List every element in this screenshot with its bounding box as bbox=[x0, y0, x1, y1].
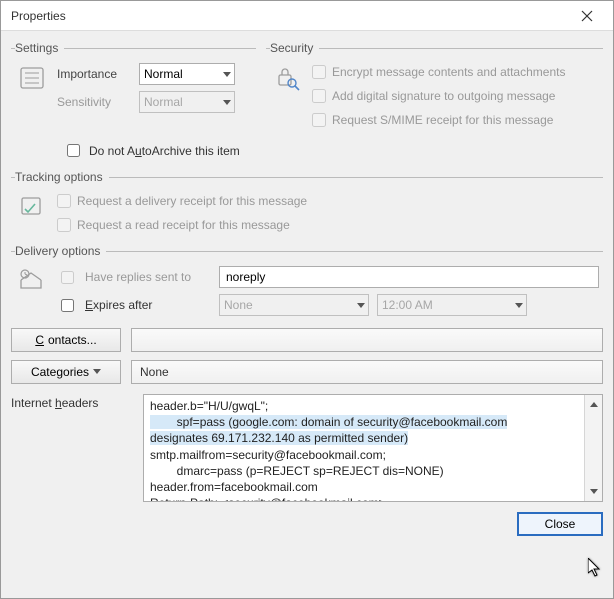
delivery-receipt-label: Request a delivery receipt for this mess… bbox=[77, 194, 307, 208]
chevron-down-icon bbox=[93, 369, 101, 375]
expires-time-select[interactable]: 12:00 AM bbox=[377, 294, 527, 316]
read-receipt-label: Request a read receipt for this message bbox=[77, 218, 290, 232]
security-group: Security Encrypt message contents and at… bbox=[266, 41, 603, 133]
internet-headers-box: header.b="H/U/gwqL"; spf=pass (google.co… bbox=[143, 394, 603, 502]
delivery-legend: Delivery options bbox=[15, 244, 106, 258]
encrypt-label: Encrypt message contents and attachments bbox=[332, 65, 565, 79]
window-close-button[interactable] bbox=[567, 2, 607, 30]
close-icon bbox=[581, 10, 593, 22]
read-receipt-checkbox bbox=[57, 218, 71, 232]
categories-field[interactable]: None bbox=[131, 360, 603, 384]
sign-checkbox bbox=[312, 89, 326, 103]
importance-select[interactable]: Normal bbox=[139, 63, 235, 85]
replies-label: Have replies sent to bbox=[85, 270, 211, 284]
importance-label: Importance bbox=[57, 67, 131, 81]
tracking-legend: Tracking options bbox=[15, 170, 109, 184]
properties-dialog: Properties Settings Importance bbox=[0, 0, 614, 599]
headers-scrollbar[interactable] bbox=[584, 395, 602, 501]
autoarchive-label: Do not AutoArchive this item bbox=[89, 144, 240, 158]
expires-label: Expires after bbox=[85, 298, 211, 312]
settings-icon bbox=[15, 63, 49, 113]
delivery-group: Delivery options Have replies sent to Ex… bbox=[11, 244, 603, 320]
security-legend: Security bbox=[270, 41, 319, 55]
dialog-content: Settings Importance Normal bbox=[1, 31, 613, 598]
expires-date-select[interactable]: None bbox=[219, 294, 369, 316]
delivery-icon bbox=[15, 266, 49, 316]
window-title: Properties bbox=[11, 9, 66, 23]
smime-checkbox bbox=[312, 113, 326, 127]
contacts-button[interactable]: Contacts... bbox=[11, 328, 121, 352]
replies-input[interactable] bbox=[219, 266, 599, 288]
lock-search-icon bbox=[270, 63, 304, 129]
encrypt-checkbox bbox=[312, 65, 326, 79]
categories-value: None bbox=[140, 365, 169, 379]
expires-checkbox[interactable] bbox=[61, 299, 74, 312]
internet-headers-text[interactable]: header.b="H/U/gwqL"; spf=pass (google.co… bbox=[144, 395, 584, 501]
sign-label: Add digital signature to outgoing messag… bbox=[332, 89, 555, 103]
autoarchive-checkbox[interactable] bbox=[67, 144, 80, 157]
delivery-receipt-checkbox bbox=[57, 194, 71, 208]
settings-group: Settings Importance Normal bbox=[11, 41, 256, 133]
sensitivity-select: Normal bbox=[139, 91, 235, 113]
close-button[interactable]: Close bbox=[517, 512, 603, 536]
settings-legend: Settings bbox=[15, 41, 64, 55]
categories-button[interactable]: Categories bbox=[11, 360, 121, 384]
contacts-field[interactable] bbox=[131, 328, 603, 352]
replies-checkbox bbox=[61, 271, 74, 284]
scroll-up-button[interactable] bbox=[585, 395, 603, 413]
tracking-icon bbox=[15, 192, 49, 234]
titlebar: Properties bbox=[1, 1, 613, 31]
internet-headers-label: Internet headers bbox=[11, 394, 133, 502]
scroll-down-button[interactable] bbox=[585, 483, 603, 501]
sensitivity-label: Sensitivity bbox=[57, 95, 131, 109]
smime-label: Request S/MIME receipt for this message bbox=[332, 113, 553, 127]
tracking-group: Tracking options Request a delivery rece… bbox=[11, 170, 603, 238]
